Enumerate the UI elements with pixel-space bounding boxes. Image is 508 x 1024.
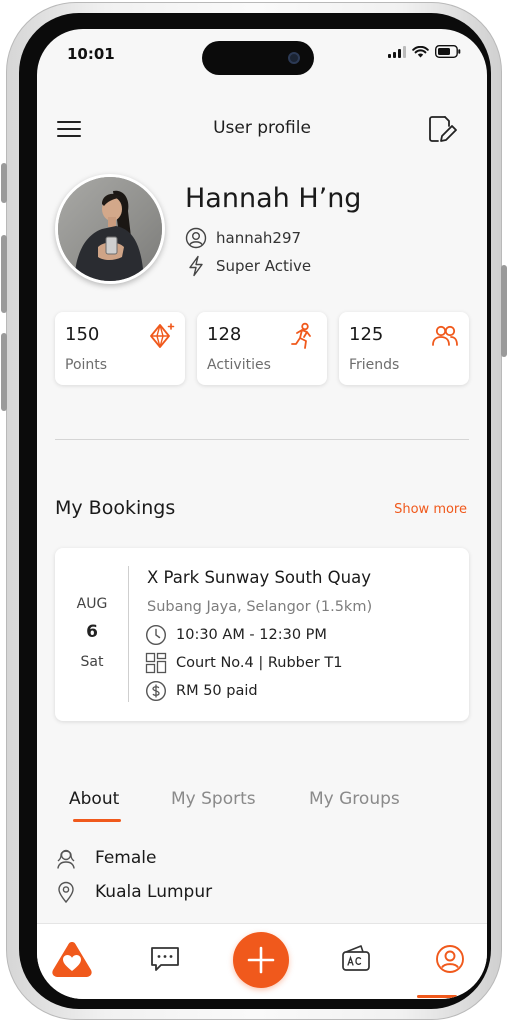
profile-name: Hannah H’ng [185,183,362,214]
wifi-icon [412,45,429,57]
edit-profile-icon[interactable] [425,113,457,145]
username: hannah297 [216,229,302,247]
avatar[interactable] [55,174,165,284]
stat-card-activities[interactable]: 128 Activities [197,312,327,385]
battery-icon [435,45,461,58]
stat-label: Points [65,357,108,373]
stat-value: 125 [349,324,384,345]
lightning-icon [189,255,203,277]
side-button [1,163,7,203]
booking-venue: X Park Sunway South Quay [147,568,371,587]
activity-level-row: Super Active [185,255,311,277]
booking-date: AUG 6 Sat [55,548,129,721]
username-row: hannah297 [185,227,301,249]
diamond-sparkle-icon [150,323,175,348]
booking-time: 10:30 AM - 12:30 PM [176,627,327,643]
booking-day: 6 [86,622,98,642]
app-screen: 10:01 User profile Hannah H’ng hannah297… [37,29,487,999]
booking-court-row: Court No.4 | Rubber T1 [145,652,342,674]
dollar-icon [145,680,167,702]
profile-icon[interactable] [433,942,467,976]
app-header: User profile [37,107,487,151]
about-gender-row: Female [55,847,156,869]
status-time: 10:01 [67,45,115,63]
court-layout-icon [145,652,167,674]
active-tab-indicator [73,819,121,822]
booking-weekday: Sat [80,654,104,670]
phone-frame: 10:01 User profile Hannah H’ng hannah297… [1,2,507,1020]
signal-icon [388,45,406,58]
side-button [1,333,7,411]
side-button [501,265,507,357]
stat-value: 150 [65,324,100,345]
stat-label: Friends [349,357,400,373]
booking-court: Court No.4 | Rubber T1 [176,655,343,671]
booking-location: Subang Jaya, Selangor (1.5km) [147,599,373,615]
activity-level: Super Active [216,257,312,275]
section-divider [55,439,469,440]
stat-value: 128 [207,324,242,345]
location-pin-icon [58,881,74,903]
tab-about[interactable]: About [69,789,119,809]
booking-month: AUG [76,596,108,612]
stat-card-friends[interactable]: 125 Friends [339,312,469,385]
about-city-row: Kuala Lumpur [55,881,212,903]
side-button [1,235,7,313]
profile-tabs: About My Sports My Groups [37,789,487,829]
running-person-icon [291,322,311,349]
page-title: User profile [213,118,311,138]
about-gender: Female [95,848,157,868]
camera [288,52,300,64]
female-user-icon [57,849,75,869]
user-circle-icon [185,227,207,249]
booking-payment: RM 50 paid [176,683,258,699]
booking-payment-row: RM 50 paid [145,680,258,702]
wallet-icon[interactable] [339,942,373,976]
add-icon [247,946,275,974]
show-more-link[interactable]: Show more [394,502,467,517]
dynamic-island [202,41,314,75]
chat-icon[interactable] [148,942,182,976]
tab-my-sports[interactable]: My Sports [171,789,256,809]
date-separator [128,566,129,702]
active-nav-indicator [417,995,457,998]
stat-label: Activities [207,357,271,373]
status-icons [388,45,461,58]
booking-time-row: 10:30 AM - 12:30 PM [145,624,327,646]
stat-card-points[interactable]: 150 Points [55,312,185,385]
bottom-nav [37,923,487,999]
clock-icon [145,624,167,646]
users-icon [432,325,458,346]
about-city: Kuala Lumpur [95,882,213,902]
home-heart-icon[interactable] [51,940,93,978]
add-button[interactable] [233,932,289,988]
bookings-title: My Bookings [55,497,176,519]
booking-card[interactable]: AUG 6 Sat X Park Sunway South Quay Suban… [55,548,469,721]
profile-photo [58,177,162,281]
status-bar: 10:01 [37,29,487,83]
tab-my-groups[interactable]: My Groups [309,789,400,809]
